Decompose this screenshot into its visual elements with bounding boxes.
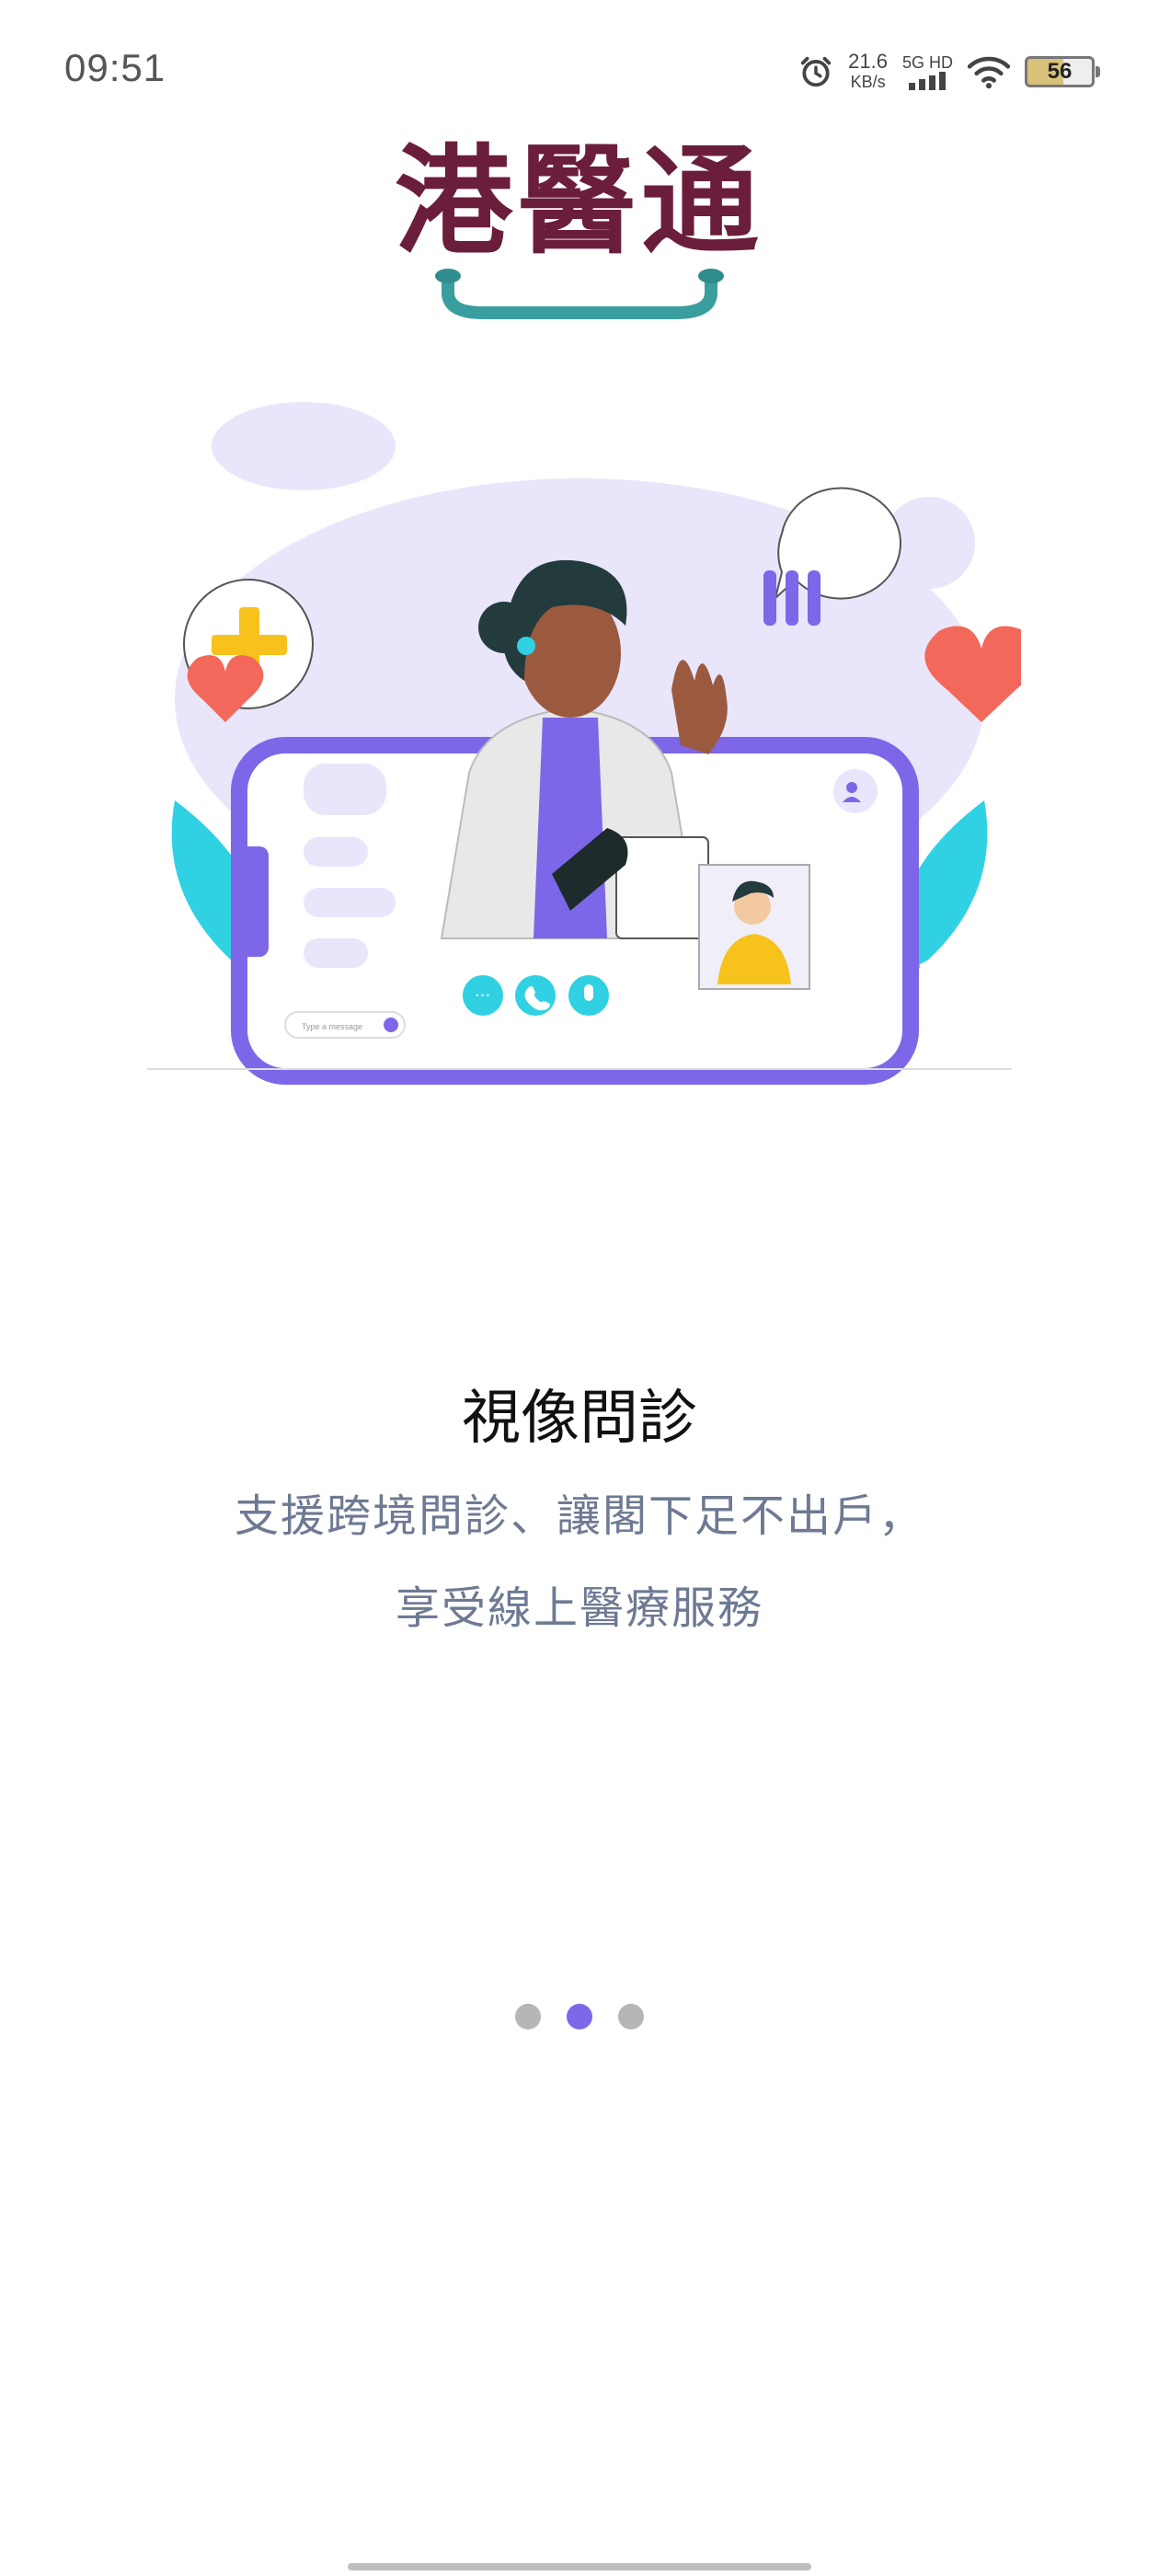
phone-call-icon [515, 975, 556, 1016]
network-type: 5G HD [902, 53, 953, 90]
telemedicine-illustration: Type a message ··· [147, 402, 1021, 1085]
status-time: 09:51 [64, 46, 166, 89]
page-dot-3[interactable] [618, 2004, 644, 2030]
battery-icon: 56 [1025, 56, 1100, 87]
battery-level: 56 [1047, 59, 1073, 84]
speed-unit: KB/s [850, 73, 886, 91]
onboarding-subtitle: 支援跨境問診、讓閣下足不出戶， 享受線上醫療服務 [0, 1470, 1159, 1654]
page-dot-2-active[interactable] [567, 2004, 592, 2030]
patient-video-thumbnail [698, 864, 810, 990]
page-dot-1[interactable] [515, 2004, 541, 2030]
status-icons: 21.6 KB/s 5G HD 56 [798, 50, 1100, 94]
network-speed: 21.6 KB/s [848, 52, 888, 92]
chat-input-placeholder: Type a message [302, 1022, 362, 1031]
subtitle-line-1: 支援跨境問診、讓閣下足不出戶， [234, 1490, 924, 1542]
bg-blob-small [212, 402, 396, 490]
speed-value: 21.6 [848, 50, 888, 73]
svg-text:···: ··· [475, 986, 490, 1006]
alarm-icon [801, 56, 832, 87]
subtitle-line-2: 享受線上醫療服務 [395, 1582, 763, 1634]
logo-text: 港醫通 [394, 133, 764, 270]
signal-icon [909, 72, 947, 90]
wifi-icon [968, 56, 1010, 89]
page-indicator [0, 2004, 1159, 2030]
home-indicator[interactable] [348, 2563, 811, 2570]
onboarding-title: 視像問診 [462, 1385, 697, 1453]
app-logo: 港醫通 [0, 138, 1159, 324]
network-label: 5G HD [901, 53, 953, 72]
